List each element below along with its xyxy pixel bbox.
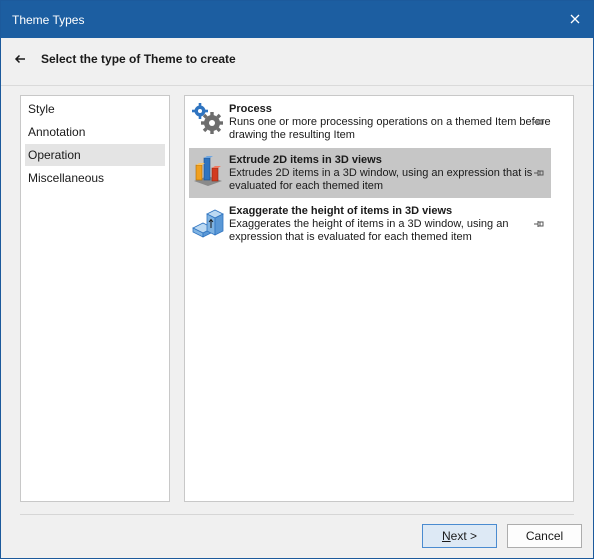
type-description: Runs one or more processing operations o… (229, 116, 551, 141)
pin-icon[interactable] (533, 116, 545, 128)
theme-type-list: Process Runs one or more processing oper… (184, 95, 574, 502)
arrow-left-icon (14, 54, 25, 64)
type-item-process[interactable]: Process Runs one or more processing oper… (189, 97, 551, 147)
gears-icon (192, 103, 223, 134)
type-description: Exaggerates the height of items in a 3D … (229, 218, 509, 243)
close-icon (570, 14, 580, 24)
pin-icon[interactable] (533, 218, 545, 230)
category-item-style[interactable]: Style (25, 98, 165, 120)
type-title: Process (229, 103, 272, 115)
extrude-bars-icon (194, 156, 222, 186)
title-bar: Theme Types (1, 1, 593, 38)
category-label: Miscellaneous (28, 171, 105, 185)
cancel-label: Cancel (525, 529, 564, 543)
type-title: Extrude 2D items in 3D views (229, 154, 382, 166)
cancel-button[interactable]: Cancel (507, 524, 582, 548)
back-button[interactable] (11, 51, 29, 67)
next-button[interactable]: Next > (422, 524, 497, 548)
category-label: Annotation (28, 125, 86, 139)
page-header: Select the type of Theme to create (1, 38, 593, 86)
type-title: Exaggerate the height of items in 3D vie… (229, 205, 453, 217)
type-item-extrude-2d[interactable]: Extrude 2D items in 3D views Extrudes 2D… (189, 148, 551, 198)
page-heading: Select the type of Theme to create (41, 52, 236, 66)
footer-divider (20, 514, 574, 515)
category-label: Operation (28, 148, 81, 162)
category-list: Style Annotation Operation Miscellaneous (20, 95, 170, 502)
next-label: ext > (450, 529, 478, 543)
type-item-exaggerate-height[interactable]: Exaggerate the height of items in 3D vie… (189, 199, 551, 249)
theme-types-dialog: Theme Types Select the type of Theme to … (0, 0, 594, 559)
close-button[interactable] (561, 7, 589, 31)
category-label: Style (28, 102, 55, 116)
category-item-miscellaneous[interactable]: Miscellaneous (25, 167, 165, 189)
exaggerate-height-icon (192, 209, 224, 238)
category-item-operation[interactable]: Operation (25, 144, 165, 166)
pin-icon[interactable] (533, 167, 545, 179)
category-item-annotation[interactable]: Annotation (25, 121, 165, 143)
next-mnemonic: N (441, 529, 451, 543)
type-description: Extrudes 2D items in a 3D window, using … (229, 167, 533, 192)
window-title: Theme Types (12, 13, 85, 27)
